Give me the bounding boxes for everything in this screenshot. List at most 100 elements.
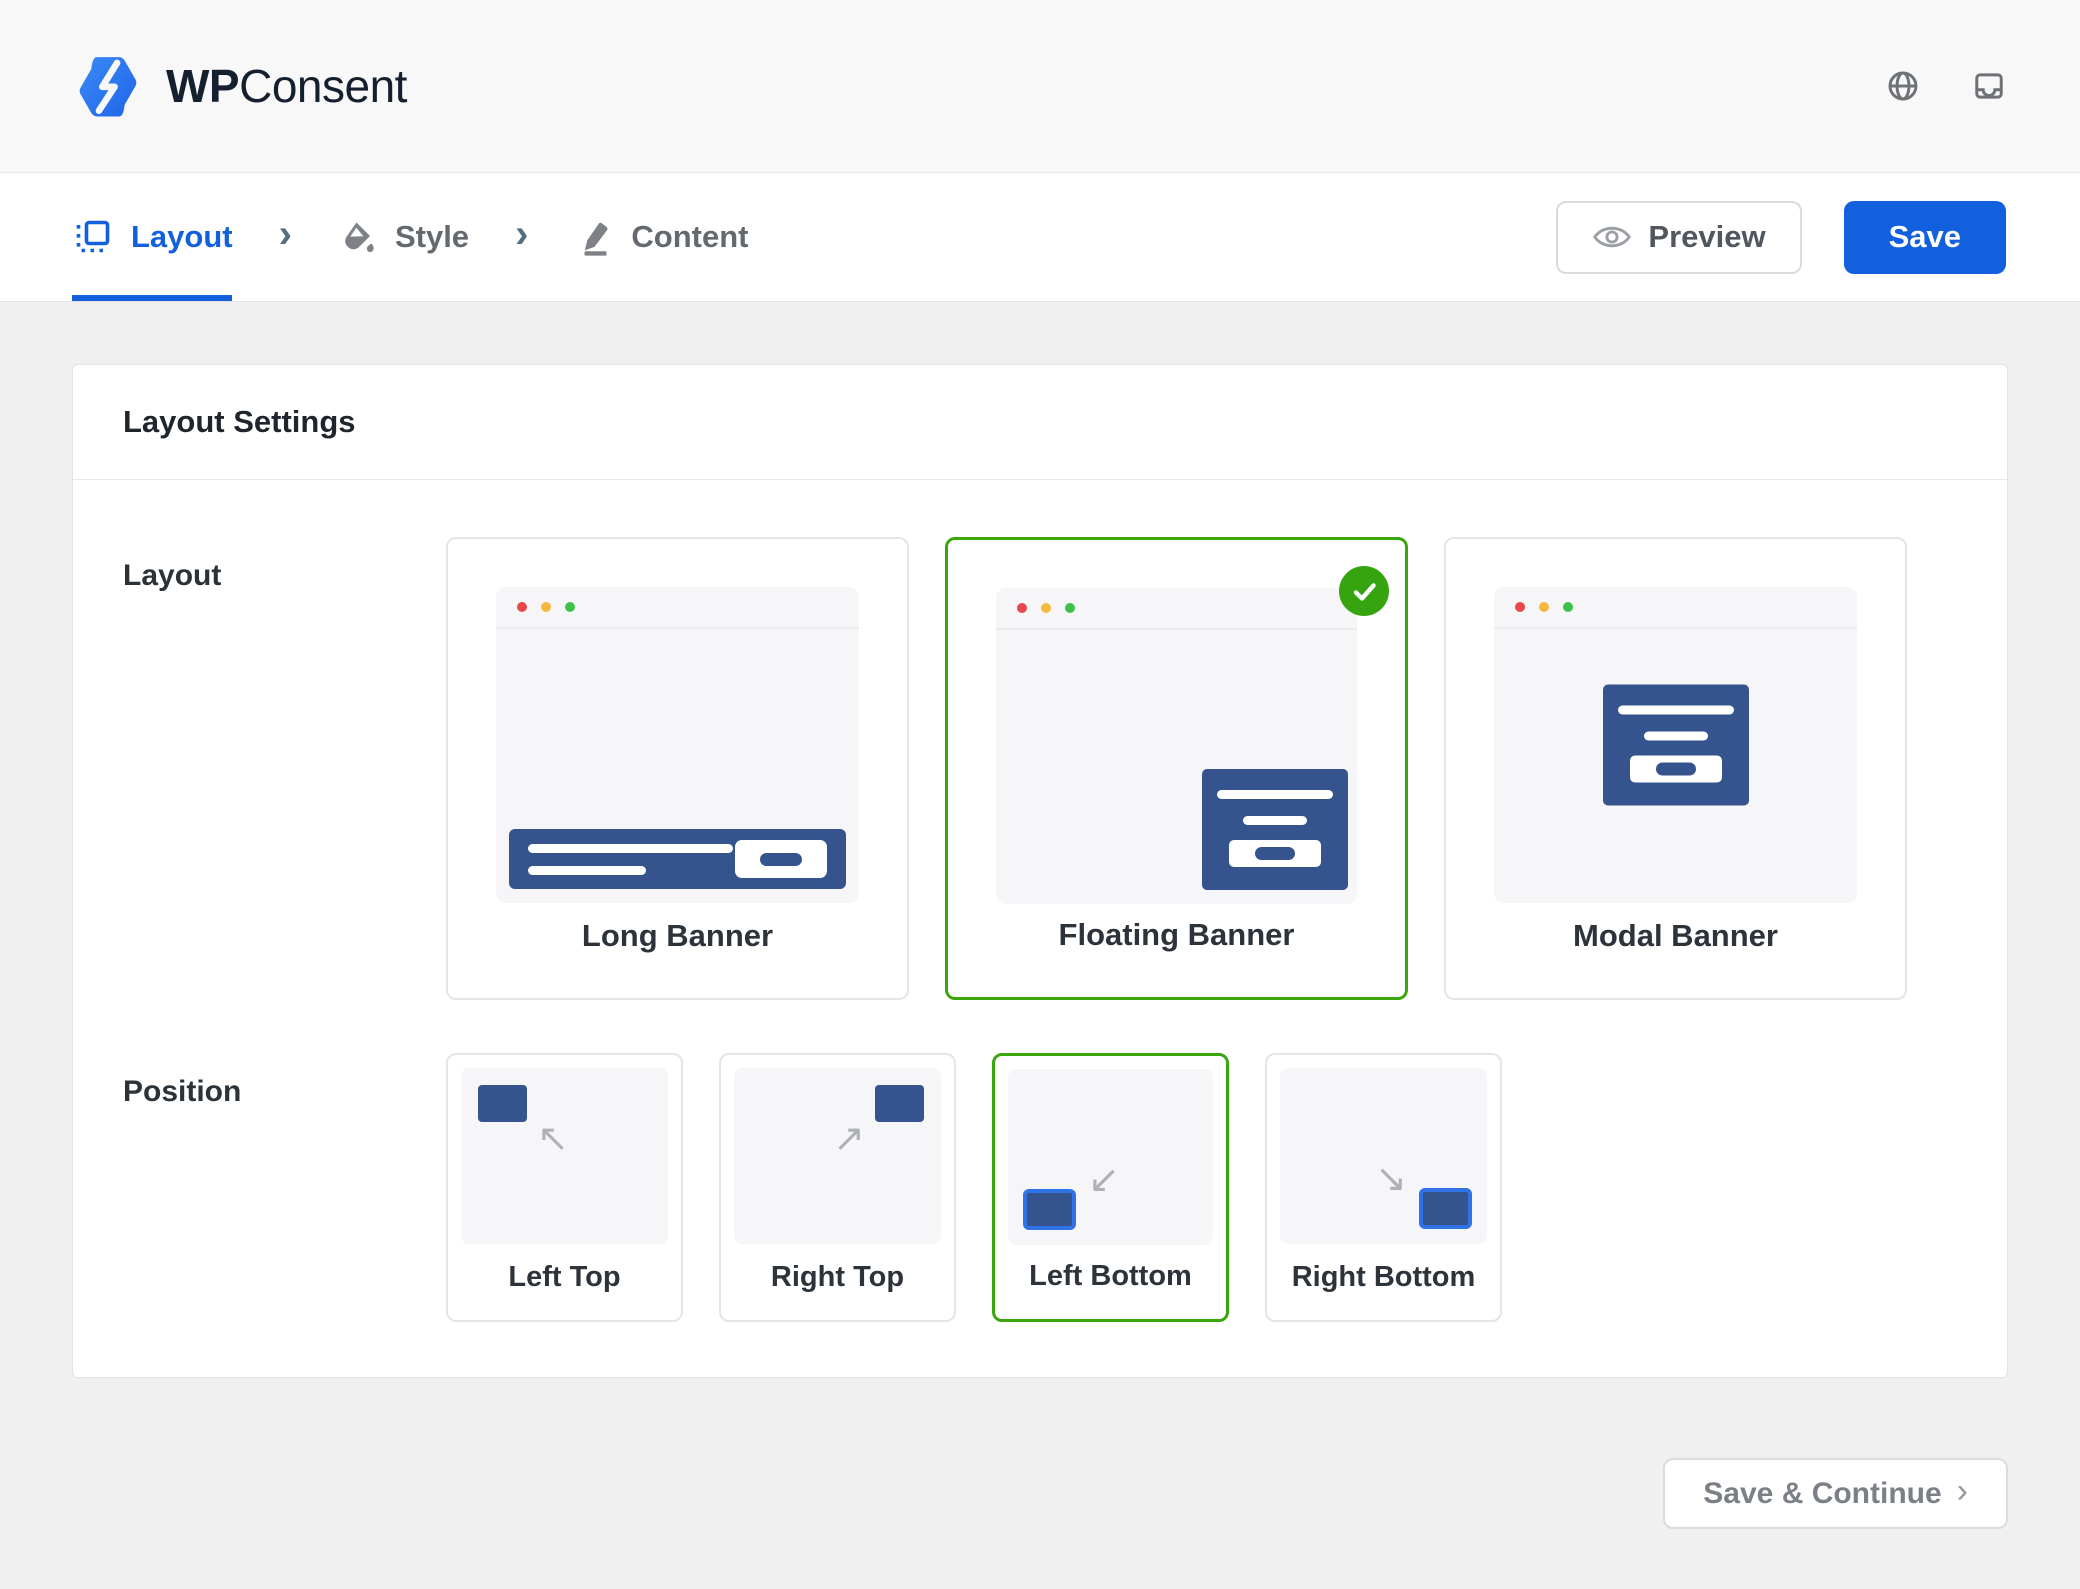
eye-icon xyxy=(1592,222,1632,252)
tab-style[interactable]: Style xyxy=(338,173,469,301)
banner-text-line xyxy=(1618,706,1734,715)
traffic-light-green xyxy=(1065,603,1075,613)
position-option-label: Left Top xyxy=(448,1261,681,1294)
floating-banner-preview xyxy=(1202,769,1348,890)
inbox-icon[interactable] xyxy=(1972,69,2006,103)
layout-field-label: Layout xyxy=(123,537,446,593)
modal-banner-preview xyxy=(1603,685,1749,806)
banner-button-pill xyxy=(1255,847,1295,860)
banner-text-lines xyxy=(528,844,733,875)
layout-option-long-banner[interactable]: Long Banner xyxy=(446,537,909,1000)
banner-position-square xyxy=(1419,1188,1472,1229)
chevron-right-icon: › xyxy=(1957,1472,1968,1515)
browser-mockup xyxy=(996,588,1357,904)
position-mockup: ↙ xyxy=(1008,1069,1213,1245)
traffic-light-green xyxy=(1563,602,1573,612)
banner-button-pill xyxy=(1656,763,1696,776)
arrow-down-right-icon: ↘ xyxy=(1375,1160,1407,1198)
brand-name: WPConsent xyxy=(166,59,407,113)
banner-text-line xyxy=(1644,732,1708,741)
preview-button-label: Preview xyxy=(1648,219,1765,255)
layout-option-label: Floating Banner xyxy=(948,917,1405,953)
position-mockup: ↘ xyxy=(1280,1068,1487,1244)
banner-position-square xyxy=(1023,1189,1076,1230)
settings-nav: Layout › Style › Content Preview Save xyxy=(0,173,2080,302)
layout-option-label: Long Banner xyxy=(448,918,907,954)
tab-style-label: Style xyxy=(395,219,469,255)
browser-mockup xyxy=(1494,587,1857,903)
paint-bucket-icon xyxy=(338,219,375,256)
layout-settings-panel: Layout Settings Layout xyxy=(72,364,2008,1378)
layout-option-label: Modal Banner xyxy=(1446,918,1905,954)
banner-text-line xyxy=(528,866,646,875)
banner-text-line xyxy=(1243,816,1307,825)
layout-icon xyxy=(74,219,111,256)
position-option-label: Right Top xyxy=(721,1261,954,1294)
save-button[interactable]: Save xyxy=(1844,201,2006,274)
browser-mockup xyxy=(496,587,859,903)
banner-text-line xyxy=(528,844,733,853)
browser-mockup-titlebar xyxy=(1494,587,1857,629)
position-option-left-top[interactable]: ↖ Left Top xyxy=(446,1053,683,1322)
banner-accept-button-shape xyxy=(1630,756,1722,783)
traffic-light-red xyxy=(1515,602,1525,612)
layout-option-modal-banner[interactable]: Modal Banner xyxy=(1444,537,1907,1000)
position-option-right-top[interactable]: ↗ Right Top xyxy=(719,1053,956,1322)
nav-actions: Preview Save xyxy=(1556,201,2006,274)
browser-mockup-titlebar xyxy=(496,587,859,629)
position-option-label: Left Bottom xyxy=(995,1260,1226,1293)
arrow-up-left-icon: ↖ xyxy=(537,1120,569,1158)
tab-layout-label: Layout xyxy=(131,219,233,255)
position-mockup: ↗ xyxy=(734,1068,941,1244)
selected-check-badge xyxy=(1339,566,1389,616)
panel-title: Layout Settings xyxy=(123,404,1957,440)
arrow-down-left-icon: ↙ xyxy=(1088,1161,1120,1199)
layout-option-floating-banner[interactable]: Floating Banner xyxy=(945,537,1408,1000)
position-option-right-bottom[interactable]: ↘ Right Bottom xyxy=(1265,1053,1502,1322)
main-content: Layout Settings Layout xyxy=(0,302,2080,1529)
long-banner-preview xyxy=(509,829,846,889)
traffic-light-yellow xyxy=(541,602,551,612)
check-icon xyxy=(1351,578,1378,605)
tab-content-label: Content xyxy=(631,219,748,255)
app-header: WPConsent xyxy=(0,0,2080,173)
brand-name-regular: Consent xyxy=(239,60,407,112)
traffic-light-red xyxy=(1017,603,1027,613)
traffic-light-red xyxy=(517,602,527,612)
browser-mockup-titlebar xyxy=(996,588,1357,630)
position-option-left-bottom[interactable]: ↙ Left Bottom xyxy=(992,1053,1229,1322)
traffic-light-yellow xyxy=(1041,603,1051,613)
brand-name-bold: WP xyxy=(166,60,239,112)
position-options: ↖ Left Top ↗ Right Top xyxy=(446,1053,1502,1322)
banner-button-pill xyxy=(760,853,802,866)
tab-content[interactable]: Content xyxy=(574,173,748,301)
traffic-light-yellow xyxy=(1539,602,1549,612)
traffic-light-green xyxy=(565,602,575,612)
banner-position-square xyxy=(875,1085,924,1122)
nav-chevron-separator: › xyxy=(279,214,292,260)
banner-text-line xyxy=(1217,790,1333,799)
globe-icon[interactable] xyxy=(1886,69,1920,103)
position-mockup: ↖ xyxy=(461,1068,668,1244)
pencil-icon xyxy=(574,219,611,256)
wpconsent-logo-icon xyxy=(74,53,142,119)
tab-layout[interactable]: Layout xyxy=(74,173,233,301)
banner-accept-button-shape xyxy=(735,840,827,878)
position-field-label: Position xyxy=(123,1053,446,1109)
position-field-row: Position ↖ Left Top ↗ xyxy=(123,1053,1957,1322)
banner-position-square xyxy=(478,1085,527,1122)
header-icons xyxy=(1886,69,2006,103)
footer-bar: Save & Continue › xyxy=(72,1458,2008,1529)
banner-accept-button-shape xyxy=(1229,840,1321,867)
nav-chevron-separator: › xyxy=(515,214,528,260)
save-continue-button[interactable]: Save & Continue › xyxy=(1663,1458,2008,1529)
brand: WPConsent xyxy=(74,53,407,119)
position-option-label: Right Bottom xyxy=(1267,1261,1500,1294)
panel-body: Layout xyxy=(73,480,2007,1377)
layout-options: Long Banner xyxy=(446,537,1907,1000)
save-continue-label: Save & Continue xyxy=(1703,1477,1941,1511)
layout-field-row: Layout xyxy=(123,537,1957,1000)
preview-button[interactable]: Preview xyxy=(1556,201,1801,274)
arrow-up-right-icon: ↗ xyxy=(833,1120,865,1158)
panel-header: Layout Settings xyxy=(73,365,2007,480)
